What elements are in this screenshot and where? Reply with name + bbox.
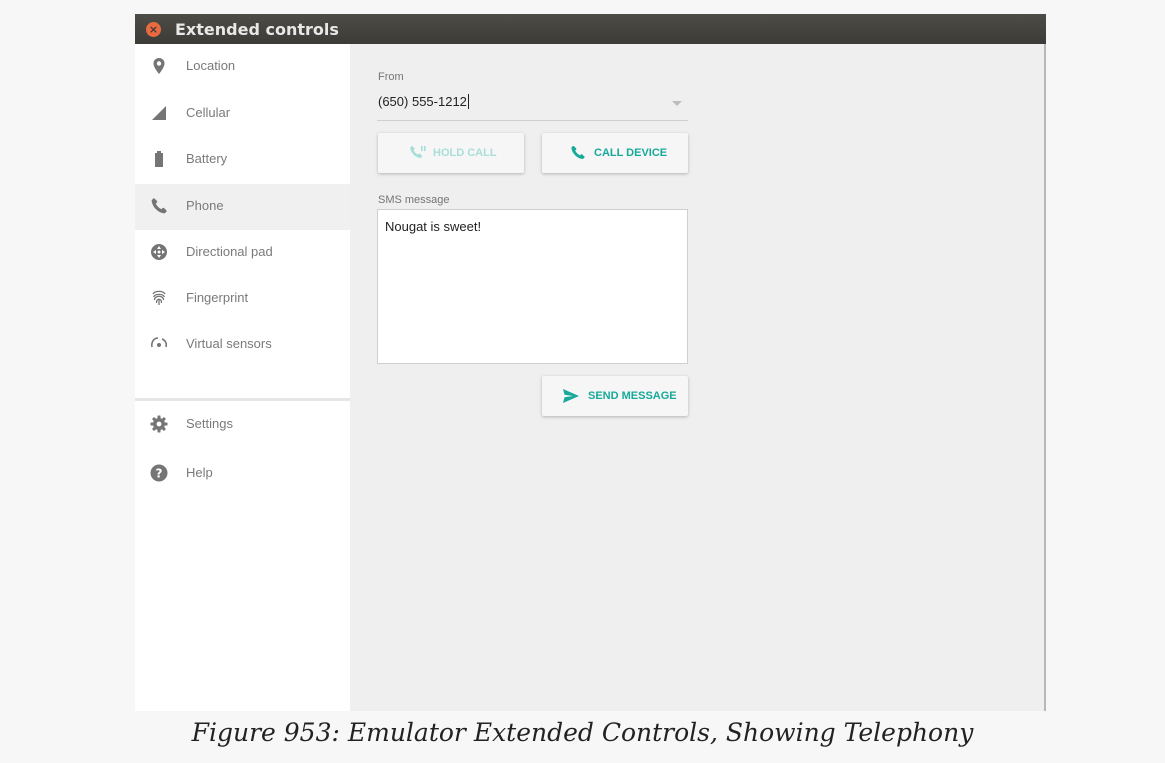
sidebar-item-fingerprint[interactable]: Fingerprint (135, 276, 350, 322)
send-icon (563, 389, 579, 403)
phone-icon (151, 198, 167, 214)
hold-call-label: HOLD CALL (433, 147, 497, 159)
sidebar-item-label: Cellular (186, 105, 231, 120)
call-device-button[interactable]: CALL DEVICE (542, 133, 688, 173)
sidebar-item-directional-pad[interactable]: Directional pad (135, 230, 350, 276)
battery-icon (155, 151, 163, 167)
from-number-value: (650) 555-1212 (378, 94, 467, 109)
sidebar-item-label: Help (186, 465, 213, 480)
phone-paused-icon (410, 145, 426, 158)
sidebar-item-label: Directional pad (186, 244, 273, 259)
phone-panel: From (650) 555-1212 HOLD CALL CALL DEVIC… (350, 44, 1044, 711)
sidebar-item-help[interactable]: ? Help (135, 451, 350, 497)
sidebar-item-battery[interactable]: Battery (135, 137, 350, 183)
call-device-label: CALL DEVICE (594, 147, 668, 159)
location-pin-icon (153, 58, 165, 74)
help-icon: ? (150, 464, 168, 482)
sidebar-item-phone[interactable]: Phone (135, 184, 350, 230)
cellular-signal-icon (152, 106, 166, 120)
sidebar-item-label: Settings (186, 416, 233, 431)
sidebar-item-location[interactable]: Location (135, 44, 350, 90)
window-right-border (1044, 44, 1046, 711)
svg-text:?: ? (156, 467, 163, 481)
dpad-icon (151, 244, 167, 260)
sidebar-item-cellular[interactable]: Cellular (135, 91, 350, 137)
sidebar-divider (135, 398, 350, 401)
hold-call-button[interactable]: HOLD CALL (378, 133, 524, 173)
rotation-icon (151, 337, 168, 348)
sms-message-text: Nougat is sweet! (385, 219, 482, 234)
sidebar: Location Cellular Battery Phone Directio… (135, 44, 350, 711)
sms-message-textarea[interactable]: Nougat is sweet! (377, 209, 688, 364)
sms-message-label: SMS message (378, 194, 450, 206)
sidebar-item-settings[interactable]: Settings (135, 402, 350, 448)
sidebar-item-label: Battery (186, 151, 228, 166)
sidebar-item-virtual-sensors[interactable]: Virtual sensors (135, 322, 350, 368)
send-message-button[interactable]: SEND MESSAGE (542, 376, 688, 416)
from-field-underline (377, 120, 688, 121)
title-bar: × Extended controls (135, 14, 1046, 44)
sidebar-item-label: Location (186, 58, 236, 73)
from-label: From (378, 71, 404, 83)
sidebar-item-label: Fingerprint (186, 290, 249, 305)
extended-controls-window: × Extended controls Location Cellular Ba… (135, 14, 1046, 711)
send-message-label: SEND MESSAGE (588, 390, 677, 402)
phone-icon (571, 145, 585, 159)
close-button[interactable]: × (146, 22, 161, 37)
from-number-input[interactable]: (650) 555-1212 (378, 94, 469, 109)
text-cursor (467, 94, 469, 109)
dropdown-arrow-icon[interactable] (672, 101, 682, 106)
sidebar-item-label: Phone (186, 198, 224, 213)
gear-icon (150, 415, 168, 433)
sidebar-item-label: Virtual sensors (186, 336, 272, 351)
figure-caption: Figure 953: Emulator Extended Controls, … (191, 718, 974, 747)
fingerprint-icon (152, 290, 166, 305)
window-title: Extended controls (175, 20, 339, 39)
